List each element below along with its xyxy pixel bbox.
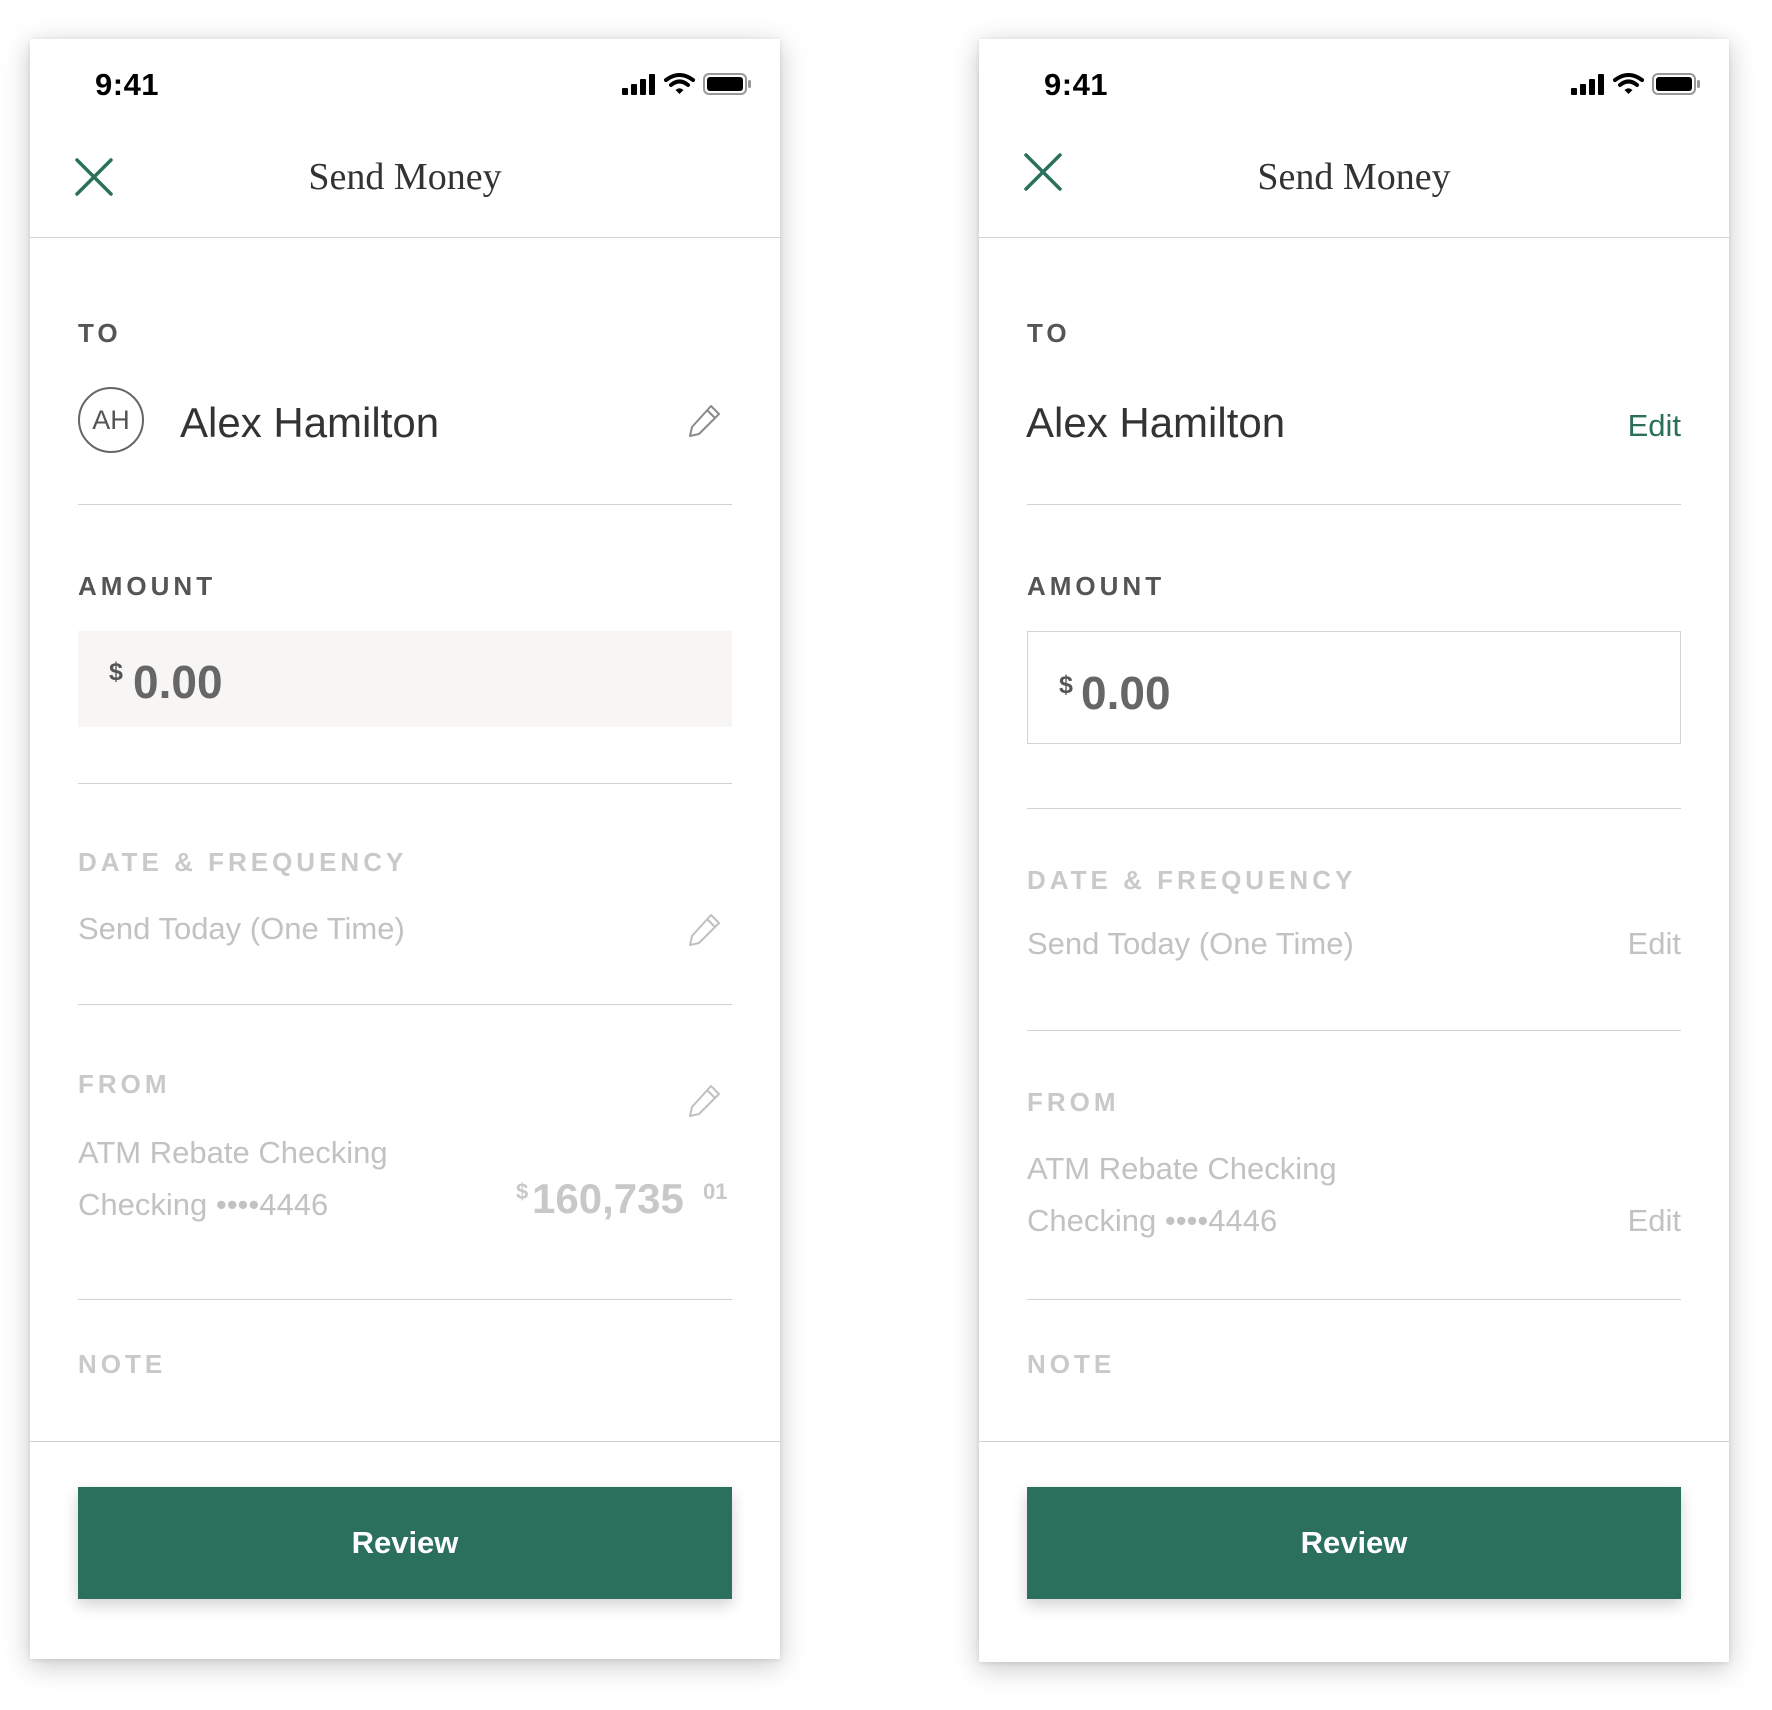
footer-divider (979, 1441, 1729, 1442)
page-title: Send Money (308, 156, 502, 198)
wifi-icon (664, 73, 695, 94)
divider (78, 504, 732, 505)
balance-cents: 01 (703, 1179, 728, 1204)
amount-value: 0.00 (133, 656, 223, 708)
payee-name: Alex Hamilton (1026, 399, 1286, 446)
note-label: NOTE (1027, 1349, 1116, 1379)
pencil-icon (689, 914, 720, 946)
status-time: 9:41 (95, 67, 160, 102)
account-number: Checking ••••4446 (1027, 1203, 1278, 1238)
account-name: ATM Rebate Checking (1027, 1151, 1337, 1186)
payee-name: Alex Hamilton (180, 399, 440, 446)
battery-icon (703, 73, 751, 95)
divider (1027, 504, 1681, 505)
edit-account-button[interactable] (687, 1082, 723, 1118)
account-name: ATM Rebate Checking (78, 1135, 388, 1170)
review-button[interactable]: Review (1027, 1487, 1681, 1599)
amount-input[interactable]: $ 0.00 (78, 631, 732, 727)
edit-payee-link[interactable]: Edit (1628, 408, 1681, 444)
edit-date-link[interactable]: Edit (1628, 926, 1681, 962)
divider (78, 783, 732, 784)
pencil-icon (689, 1085, 720, 1117)
divider (1027, 808, 1681, 809)
page-title: Send Money (1257, 156, 1451, 198)
amount-label: AMOUNT (78, 571, 217, 601)
to-label: TO (1027, 318, 1071, 348)
account-number: Checking ••••4446 (78, 1187, 329, 1222)
edit-payee-button[interactable] (687, 402, 723, 438)
signal-icon (622, 74, 655, 95)
from-label: FROM (1027, 1087, 1120, 1117)
send-money-screen-edit: 9:41 Send Money TO Alex Hamilton Edit AM… (979, 39, 1729, 1662)
date-frequency-value: Send Today (One Time) (78, 911, 405, 946)
to-label: TO (78, 318, 122, 348)
status-time: 9:41 (1044, 67, 1109, 102)
pencil-icon (689, 405, 720, 437)
edit-date-button[interactable] (687, 911, 723, 947)
from-label: FROM (78, 1069, 171, 1099)
status-icons (622, 73, 752, 95)
header-divider (979, 237, 1729, 238)
note-label: NOTE (78, 1349, 167, 1379)
amount-value: 0.00 (1081, 667, 1171, 719)
battery-icon (1652, 73, 1700, 95)
divider (78, 1004, 732, 1005)
header-divider (30, 237, 780, 238)
currency-symbol: $ (109, 658, 123, 686)
amount-label: AMOUNT (1027, 571, 1166, 601)
signal-icon (1571, 74, 1604, 95)
balance-currency: $ (516, 1179, 529, 1204)
date-frequency-label: DATE & FREQUENCY (1027, 865, 1357, 895)
avatar: AH (78, 387, 144, 453)
send-money-screen-pencil: 9:41 Send Money TO AH Alex Hamilton AMOU… (30, 39, 780, 1659)
divider (1027, 1299, 1681, 1300)
edit-account-link[interactable]: Edit (1628, 1203, 1681, 1239)
footer-divider (30, 1441, 780, 1442)
date-frequency-value: Send Today (One Time) (1027, 926, 1354, 961)
wifi-icon (1613, 73, 1644, 94)
amount-input[interactable]: $ 0.00 (1027, 631, 1681, 744)
avatar-initials: AH (92, 404, 130, 435)
divider (78, 1299, 732, 1300)
date-frequency-label: DATE & FREQUENCY (78, 847, 408, 877)
review-button[interactable]: Review (78, 1487, 732, 1599)
divider (1027, 1030, 1681, 1031)
status-icons (1571, 73, 1701, 95)
balance-whole: 160,735 (532, 1175, 684, 1222)
currency-symbol: $ (1059, 671, 1073, 699)
